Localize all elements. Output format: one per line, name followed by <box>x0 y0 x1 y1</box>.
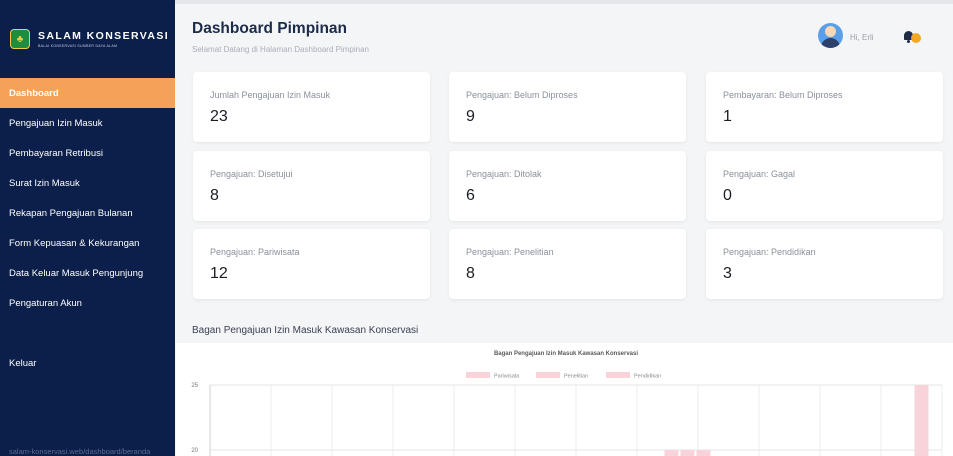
stat-label: Pengajuan: Ditolak <box>466 169 542 179</box>
stat-card-pendidikan: Pengajuan: Pendidikan 3 <box>706 229 943 299</box>
stat-value: 8 <box>466 265 475 282</box>
sidebar-item-pembayaran-retribusi[interactable]: Pembayaran Retribusi <box>0 138 175 168</box>
page-subtitle: Selamat Datang di Halaman Dashboard Pimp… <box>192 45 369 54</box>
sidebar-item-pengaturan-akun[interactable]: Pengaturan Akun <box>0 288 175 318</box>
stat-card-pariwisata: Pengajuan: Pariwisata 12 <box>193 229 430 299</box>
stat-card-total: Jumlah Pengajuan Izin Masuk 23 <box>193 72 430 142</box>
stat-card-disetujui: Pengajuan: Disetujui 8 <box>193 151 430 221</box>
y-tick-label: 20 <box>191 448 198 454</box>
stat-value: 1 <box>723 108 732 125</box>
stat-label: Jumlah Pengajuan Izin Masuk <box>210 90 331 100</box>
stat-value: 6 <box>466 187 475 204</box>
notification-badge[interactable] <box>911 33 921 43</box>
sidebar-item-pengajuan-izin-masuk[interactable]: Pengajuan Izin Masuk <box>0 108 175 138</box>
stat-label: Pengajuan: Penelitian <box>466 247 554 257</box>
stat-label: Pengajuan: Disetujui <box>210 169 293 179</box>
sidebar-item-rekapan-pengajuan-bulanan[interactable]: Rekapan Pengajuan Bulanan <box>0 198 175 228</box>
stat-value: 0 <box>723 187 732 204</box>
stat-label: Pengajuan: Pendidikan <box>723 247 816 257</box>
stat-card-penelitian: Pengajuan: Penelitian 8 <box>449 229 686 299</box>
sidebar-menu: Dashboard Pengajuan Izin Masuk Pembayara… <box>0 78 175 378</box>
stat-label: Pengajuan: Pariwisata <box>210 247 300 257</box>
sidebar-item-label: Pembayaran Retribusi <box>9 147 103 159</box>
brand[interactable]: ♣ SALAM KONSERVASI BALAI KONSERVASI SUMB… <box>0 0 175 78</box>
stat-card-ditolak: Pengajuan: Ditolak 6 <box>449 151 686 221</box>
stat-value: 3 <box>723 265 732 282</box>
stat-card-belum-diproses: Pengajuan: Belum Diproses 9 <box>449 72 686 142</box>
sidebar-item-dashboard[interactable]: Dashboard <box>0 78 175 108</box>
chart-bar <box>914 385 929 456</box>
brand-logo-icon: ♣ <box>10 29 30 49</box>
page-title: Dashboard Pimpinan <box>192 20 348 37</box>
chart-title: Bagan Pengajuan Izin Masuk Kawasan Konse… <box>494 351 638 357</box>
sidebar-item-label: Surat Izin Masuk <box>9 177 80 189</box>
sidebar-item-label: Dashboard <box>9 87 59 99</box>
sidebar: ♣ SALAM KONSERVASI BALAI KONSERVASI SUMB… <box>0 0 175 456</box>
legend-label: Penelitian <box>564 374 588 380</box>
stat-label: Pengajuan: Belum Diproses <box>466 90 578 100</box>
stat-value: 9 <box>466 108 475 125</box>
brand-subtitle: BALAI KONSERVASI SUMBER DAYA ALAM <box>38 44 118 48</box>
sidebar-item-form-kepuasan[interactable]: Form Kepuasan & Kekurangan <box>0 228 175 258</box>
stat-card-gagal: Pengajuan: Gagal 0 <box>706 151 943 221</box>
header: Dashboard Pimpinan Selamat Datang di Hal… <box>175 0 953 70</box>
chart-bar <box>696 450 711 456</box>
legend-label: Pendidikan <box>634 374 661 380</box>
sidebar-footer-url: salam-konservasi.web/dashboard/beranda <box>9 447 151 456</box>
sidebar-item-label: Data Keluar Masuk Pengunjung <box>9 267 144 279</box>
bar-chart: Bagan Pengajuan Izin Masuk Kawasan Konse… <box>191 351 943 456</box>
legend-swatch <box>466 372 490 378</box>
sidebar-item-label: Pengaturan Akun <box>9 297 82 309</box>
stat-value: 12 <box>210 265 228 282</box>
stat-label: Pengajuan: Gagal <box>723 169 796 179</box>
legend-label: Pariwisata <box>494 374 520 380</box>
sidebar-item-label: Rekapan Pengajuan Bulanan <box>9 207 133 219</box>
legend-swatch <box>536 372 560 378</box>
user-avatar-icon[interactable] <box>818 23 843 48</box>
sidebar-item-logout[interactable]: Keluar <box>0 348 175 378</box>
brand-text: SALAM KONSERVASI BALAI KONSERVASI SUMBER… <box>38 30 169 48</box>
chart-bar <box>680 450 695 456</box>
stat-value: 8 <box>210 187 219 204</box>
legend-swatch <box>606 372 630 378</box>
sidebar-item-label: Form Kepuasan & Kekurangan <box>9 237 140 249</box>
stat-card-pembayaran: Pembayaran: Belum Diproses 1 <box>706 72 943 142</box>
chart-section-title: Bagan Pengajuan Izin Masuk Kawasan Konse… <box>192 325 419 336</box>
chart-bar <box>664 450 679 456</box>
stat-value: 23 <box>210 108 228 125</box>
sidebar-item-label: Pengajuan Izin Masuk <box>9 117 103 129</box>
stat-label: Pembayaran: Belum Diproses <box>723 90 843 100</box>
user-greeting[interactable]: Hi, Erli <box>850 33 874 42</box>
sidebar-item-label: Keluar <box>9 357 37 369</box>
sidebar-item-data-keluar-masuk[interactable]: Data Keluar Masuk Pengunjung <box>0 258 175 288</box>
brand-title: SALAM KONSERVASI <box>38 30 170 42</box>
y-tick-label: 25 <box>191 383 198 389</box>
chart-panel: Bagan Pengajuan Izin Masuk Kawasan Konse… <box>176 343 953 456</box>
sidebar-item-surat-izin-masuk[interactable]: Surat Izin Masuk <box>0 168 175 198</box>
